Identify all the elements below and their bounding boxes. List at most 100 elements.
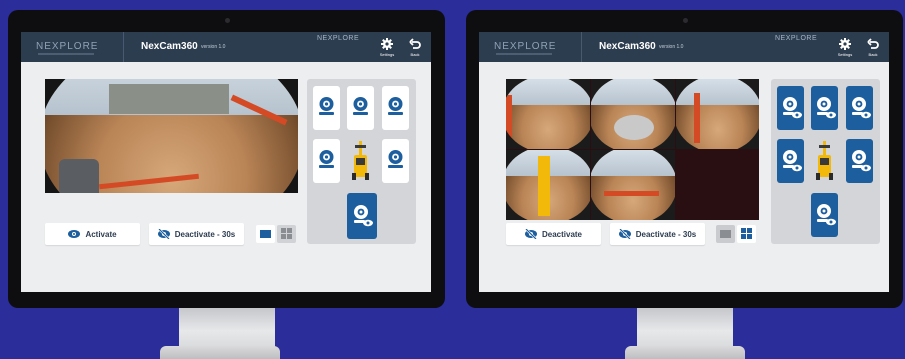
camera-button-front-left[interactable] xyxy=(313,86,340,130)
single-view-button[interactable] xyxy=(256,225,275,243)
camera-button-front-left[interactable] xyxy=(777,86,804,130)
machine-arm xyxy=(538,156,550,216)
deactivate-timed-label: Deactivate - 30s xyxy=(635,229,697,239)
brand-mark: NEXPLORE xyxy=(317,35,360,42)
building xyxy=(109,84,229,114)
camera-button-front-right[interactable] xyxy=(846,86,873,130)
forklift-icon xyxy=(347,139,374,183)
back-button[interactable]: Back xyxy=(863,38,883,60)
screen: NEXPLORE NexCam360 version 1.0 NEXPLORE … xyxy=(21,32,431,292)
gear-icon xyxy=(381,38,393,50)
camera-icon xyxy=(388,97,403,115)
activate-label: Activate xyxy=(85,229,117,239)
camera-button-front-right[interactable] xyxy=(382,86,409,130)
settings-button[interactable]: Settings xyxy=(377,38,397,60)
back-arrow-icon xyxy=(409,38,421,49)
fisheye-image xyxy=(591,79,675,149)
camera-icon xyxy=(319,150,334,168)
app-header: NEXPLORE NexCam360 version 1.0 NEXPLORE … xyxy=(21,32,431,62)
camera-button-right[interactable] xyxy=(382,139,409,183)
back-label: Back xyxy=(868,52,878,57)
barrier xyxy=(99,173,199,190)
header-divider xyxy=(581,32,582,62)
camera-button-rear[interactable] xyxy=(811,193,838,237)
camera-button-left[interactable] xyxy=(777,139,804,183)
camera-button-right[interactable] xyxy=(846,139,873,183)
camera-eye-icon xyxy=(852,150,871,172)
monitor-foot-right xyxy=(625,346,745,359)
camera-button-front[interactable] xyxy=(811,86,838,130)
settings-button[interactable]: Settings xyxy=(835,38,855,60)
monitor-left: NEXPLORE NexCam360 version 1.0 NEXPLORE … xyxy=(8,10,445,359)
sky-area xyxy=(591,79,675,105)
eye-icon xyxy=(68,230,81,238)
brand-mark: NEXPLORE xyxy=(775,35,818,42)
camera-button-front[interactable] xyxy=(347,86,374,130)
eye-slash-icon xyxy=(618,229,631,239)
single-view-button[interactable] xyxy=(716,225,735,243)
single-view-icon xyxy=(260,230,271,238)
grid-view-icon xyxy=(281,228,292,239)
logo-tagline-bar xyxy=(38,53,94,55)
logo-tagline-bar xyxy=(496,53,552,55)
monitor-foot-left xyxy=(160,346,280,359)
webcam-dot xyxy=(224,18,230,23)
fisheye-image xyxy=(506,150,590,220)
camera-select-panel xyxy=(771,79,880,244)
camera-eye-icon xyxy=(817,204,836,226)
camera-eye-icon xyxy=(354,205,373,227)
gear-icon xyxy=(839,38,851,50)
camera-icon xyxy=(319,97,334,115)
camera-eye-icon xyxy=(783,97,802,119)
back-button[interactable]: Back xyxy=(405,38,425,60)
settings-label: Settings xyxy=(379,52,395,57)
header-divider xyxy=(123,32,124,62)
machine-body xyxy=(614,115,654,140)
fisheye-image xyxy=(591,150,675,220)
sky-area xyxy=(591,150,675,176)
fisheye-image xyxy=(506,79,590,149)
camera-eye-icon xyxy=(817,97,836,119)
grid-feed-cell xyxy=(591,150,675,220)
activate-button[interactable]: Activate xyxy=(45,223,140,245)
back-label: Back xyxy=(410,52,420,57)
grid-view-button[interactable] xyxy=(737,225,756,243)
machine-arm xyxy=(59,159,99,193)
app-header: NEXPLORE NexCam360 version 1.0 NEXPLORE … xyxy=(479,32,889,62)
deactivate-timed-label: Deactivate - 30s xyxy=(174,229,236,239)
deactivate-button[interactable]: Deactivate xyxy=(506,223,601,245)
back-arrow-icon xyxy=(867,38,879,49)
forklift-icon xyxy=(811,139,838,183)
grid-feed-cell xyxy=(506,79,590,149)
webcam-dot xyxy=(682,18,688,23)
camera-eye-icon xyxy=(783,150,802,172)
grid-feed-cell xyxy=(591,79,675,149)
app-title: NexCam360 xyxy=(141,41,198,52)
screen: NEXPLORE NexCam360 version 1.0 NEXPLORE … xyxy=(479,32,889,292)
camera-icon xyxy=(353,97,368,115)
settings-label: Settings xyxy=(837,52,853,57)
camera-eye-icon xyxy=(852,97,871,119)
deactivate-label: Deactivate xyxy=(541,229,583,239)
camera-button-rear[interactable] xyxy=(347,193,377,239)
sky-area xyxy=(676,79,759,105)
eye-slash-icon xyxy=(524,229,537,239)
camera-button-left[interactable] xyxy=(313,139,340,183)
deactivate-timed-button[interactable]: Deactivate - 30s xyxy=(610,223,705,245)
logo: NEXPLORE xyxy=(494,41,557,52)
grid-feed-cell xyxy=(676,79,759,149)
grid-feed-cell xyxy=(506,150,590,220)
fisheye-image xyxy=(45,79,298,193)
barrier xyxy=(604,191,659,196)
camera-icon xyxy=(388,150,403,168)
eye-slash-icon xyxy=(157,229,170,239)
deactivate-timed-button[interactable]: Deactivate - 30s xyxy=(149,223,244,245)
grid-view-icon xyxy=(741,228,752,239)
app-version: version 1.0 xyxy=(201,44,226,50)
monitor-right: NEXPLORE NexCam360 version 1.0 NEXPLORE … xyxy=(466,10,903,359)
logo: NEXPLORE xyxy=(36,41,99,52)
barrier xyxy=(506,95,512,149)
sky-area xyxy=(506,79,590,105)
app-title: NexCam360 xyxy=(599,41,656,52)
grid-view-button[interactable] xyxy=(277,225,296,243)
